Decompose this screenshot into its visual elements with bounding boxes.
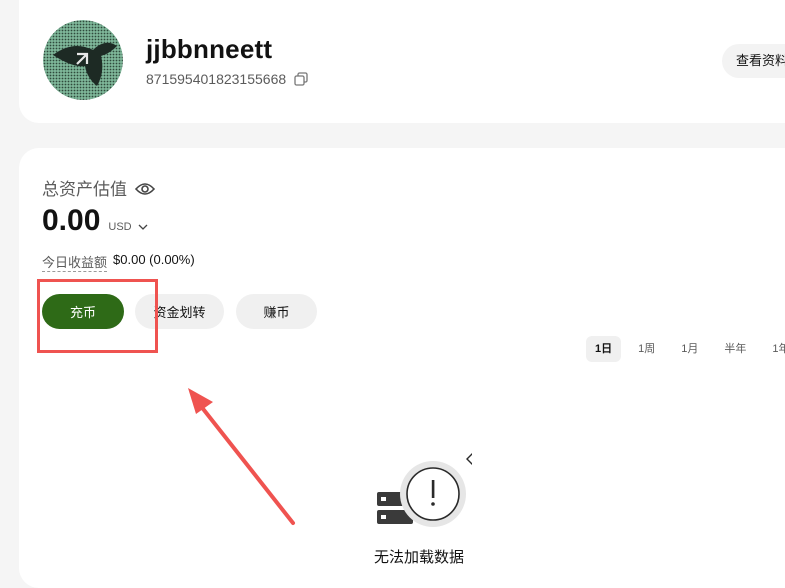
time-range-tabs: 1日 1周 1月 半年 1年 — [586, 336, 785, 362]
highlight-box — [37, 279, 158, 353]
earn-button[interactable]: 赚币 — [236, 294, 317, 329]
total-balance: 0.00 — [42, 204, 101, 237]
assets-title-row: 总资产估值 — [42, 175, 156, 200]
assets-card: 总资产估值 0.00 USD 今日收益额 $0.00 (0.00%) 充币 资金… — [19, 148, 785, 588]
chevron-down-icon — [138, 224, 148, 230]
eye-icon[interactable] — [134, 181, 156, 195]
range-tab-1m[interactable]: 1月 — [672, 336, 707, 362]
uid-text: 871595401823155668 — [146, 71, 287, 87]
uid-row: 871595401823155668 — [146, 71, 308, 87]
today-pnl-row: 今日收益额 $0.00 (0.00%) — [42, 252, 195, 272]
server-error-icon — [377, 450, 480, 535]
balance-row: 0.00 USD — [42, 204, 148, 238]
assets-title: 总资产估值 — [42, 180, 127, 199]
avatar[interactable] — [43, 20, 123, 100]
range-tab-1w[interactable]: 1周 — [629, 336, 664, 362]
today-pnl-label[interactable]: 今日收益额 — [42, 252, 108, 272]
empty-state-message: 无法加载数据 — [374, 549, 465, 566]
range-tab-6m[interactable]: 半年 — [715, 336, 755, 362]
copy-icon[interactable] — [294, 72, 308, 86]
view-profile-button[interactable]: 查看资料 — [722, 44, 785, 78]
username: jjbbnneett — [146, 34, 273, 64]
range-tab-1d[interactable]: 1日 — [586, 336, 622, 362]
currency-selector[interactable]: USD — [108, 221, 148, 233]
today-pnl-value: $0.00 (0.00%) — [113, 252, 195, 267]
currency-label: USD — [108, 221, 132, 233]
profile-card: jjbbnneett 871595401823155668 查看资料 — [19, 0, 785, 123]
range-tab-1y[interactable]: 1年 — [763, 336, 785, 362]
